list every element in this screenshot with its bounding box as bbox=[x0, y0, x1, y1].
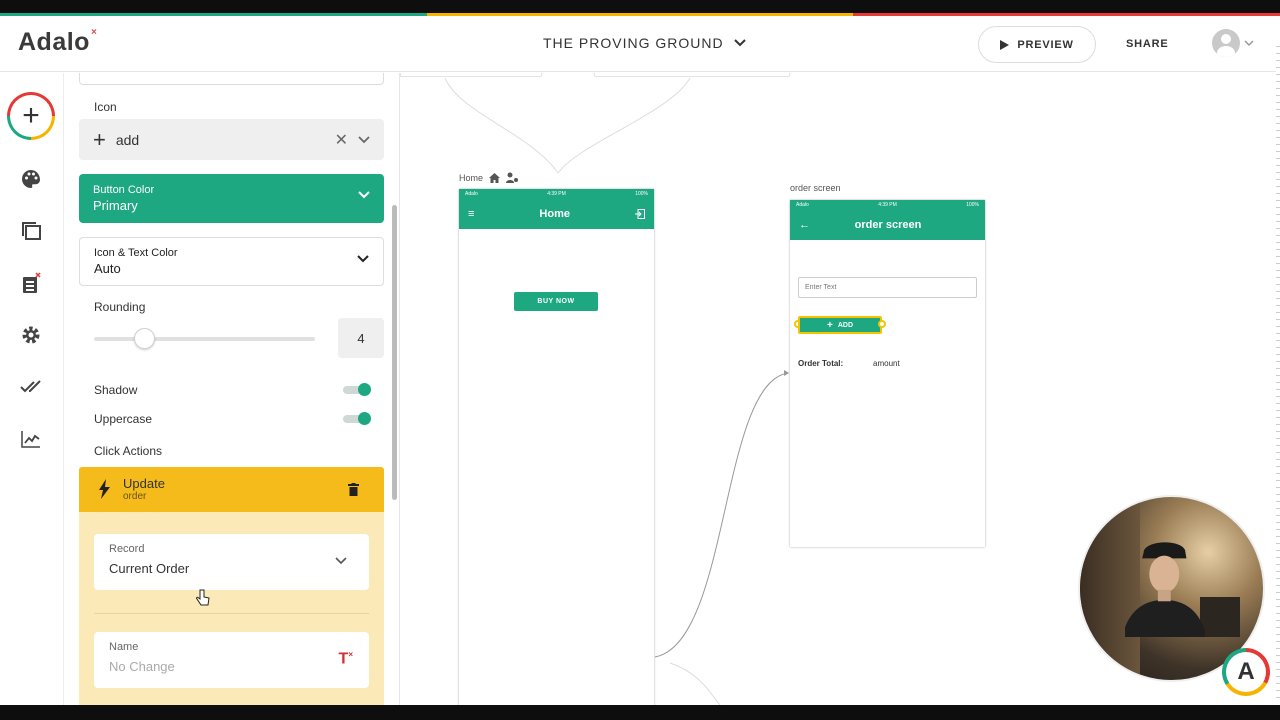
name-placeholder: No Change bbox=[109, 659, 175, 674]
order-screen[interactable]: Adalo 4:39 PM 100% ← order screen Enter … bbox=[790, 200, 985, 547]
shadow-toggle[interactable] bbox=[343, 383, 371, 396]
lightning-icon bbox=[99, 479, 110, 499]
analytics-icon[interactable] bbox=[20, 428, 42, 450]
avatar bbox=[1212, 29, 1240, 57]
chevron-down-icon bbox=[357, 255, 369, 263]
app-window: Adalo× THE PROVING GROUND PREVIEW SHARE … bbox=[0, 0, 1280, 720]
add-icon: + bbox=[93, 126, 106, 152]
icon-text-color-label: Icon & Text Color bbox=[94, 247, 178, 259]
rounding-slider-handle[interactable] bbox=[134, 328, 155, 349]
icon-text-color-dropdown[interactable]: Icon & Text Color Auto bbox=[79, 237, 384, 286]
order-title: order screen bbox=[854, 218, 922, 231]
button-color-label: Button Color bbox=[93, 184, 155, 196]
screens-icon[interactable] bbox=[20, 220, 42, 242]
order-total-label: Order Total: bbox=[798, 359, 844, 368]
status-bar: Adalo 4:39 PM 100% bbox=[459, 189, 654, 198]
panel-scrollbar[interactable] bbox=[392, 205, 397, 500]
order-text-input[interactable]: Enter Text bbox=[798, 277, 977, 298]
rounding-label: Rounding bbox=[94, 300, 146, 314]
button-color-value: Primary bbox=[93, 198, 138, 213]
adalo-logo[interactable]: Adalo× bbox=[18, 27, 97, 57]
order-app-bar: ← order screen bbox=[790, 209, 985, 240]
home-screen[interactable]: Adalo 4:39 PM 100% ≡ Home BUY NOW bbox=[459, 189, 654, 705]
icon-value: add bbox=[115, 131, 140, 148]
chevron-down-icon bbox=[358, 191, 370, 199]
database-icon[interactable] bbox=[20, 272, 42, 294]
shadow-label: Shadow bbox=[94, 383, 138, 397]
adalo-badge: A bbox=[1222, 648, 1270, 696]
app-title: THE PROVING GROUND bbox=[543, 35, 724, 51]
record-label: Record bbox=[109, 543, 145, 555]
rounding-slider-track[interactable] bbox=[94, 337, 315, 341]
home-screen-label: Home bbox=[459, 172, 519, 183]
add-button[interactable]: + ADD bbox=[798, 316, 882, 334]
chevron-down-icon bbox=[1244, 40, 1254, 46]
previous-field[interactable] bbox=[79, 73, 384, 85]
button-color-dropdown[interactable]: Button Color Primary bbox=[79, 174, 384, 223]
click-actions-label: Click Actions bbox=[94, 444, 163, 458]
back-arrow-icon[interactable]: ← bbox=[799, 219, 810, 231]
palette-icon[interactable] bbox=[20, 168, 42, 190]
order-total-value: amount bbox=[873, 359, 900, 368]
magic-text-icon[interactable]: T× bbox=[339, 650, 353, 668]
icon-select[interactable]: + add ✕ bbox=[79, 119, 384, 160]
home-title: Home bbox=[539, 207, 570, 220]
play-icon bbox=[1000, 39, 1010, 50]
record-dropdown[interactable]: Record Current Order bbox=[94, 534, 369, 590]
add-icon: + bbox=[10, 95, 52, 137]
action-subtitle: order bbox=[123, 491, 147, 502]
settings-icon[interactable] bbox=[20, 324, 42, 346]
app-title-dropdown[interactable]: THE PROVING GROUND bbox=[543, 35, 746, 51]
user-permission-icon bbox=[506, 172, 519, 183]
top-letterbox bbox=[0, 0, 1280, 13]
hand-cursor-icon bbox=[196, 589, 210, 606]
icon-label: Icon bbox=[94, 100, 117, 114]
left-rail: + bbox=[0, 73, 64, 705]
icon-text-color-value: Auto bbox=[94, 261, 121, 276]
divider bbox=[94, 613, 369, 614]
bottom-letterbox bbox=[0, 705, 1280, 720]
uppercase-label: Uppercase bbox=[94, 412, 153, 426]
action-title: Update bbox=[123, 476, 165, 491]
order-screen-label: order screen bbox=[790, 183, 841, 193]
chevron-down-icon bbox=[733, 39, 746, 47]
update-action-header[interactable]: Update order bbox=[79, 467, 384, 512]
login-icon[interactable] bbox=[635, 208, 645, 219]
name-field[interactable]: Name No Change T× bbox=[94, 632, 369, 688]
home-app-bar: ≡ Home bbox=[459, 198, 654, 229]
name-label: Name bbox=[109, 641, 139, 653]
add-component-button[interactable]: + bbox=[7, 92, 55, 140]
trash-icon[interactable] bbox=[348, 483, 359, 496]
publish-icon[interactable] bbox=[20, 376, 42, 398]
clear-icon[interactable]: ✕ bbox=[335, 130, 348, 150]
home-icon bbox=[489, 172, 501, 183]
preview-button[interactable]: PREVIEW bbox=[978, 26, 1096, 63]
buy-now-button[interactable]: BUY NOW bbox=[514, 292, 598, 311]
rounding-value-input[interactable]: 4 bbox=[338, 318, 384, 358]
chevron-down-icon[interactable] bbox=[358, 135, 370, 144]
chevron-down-icon bbox=[335, 557, 347, 565]
status-bar: Adalo 4:39 PM 100% bbox=[790, 200, 985, 209]
record-value: Current Order bbox=[109, 561, 190, 576]
presenter-image bbox=[1125, 542, 1205, 637]
top-bar: Adalo× THE PROVING GROUND PREVIEW SHARE bbox=[0, 16, 1280, 72]
edge-artifact bbox=[1276, 40, 1280, 700]
resize-handle-right[interactable] bbox=[878, 320, 886, 328]
update-action-body: Record Current Order Name No Change T× bbox=[79, 512, 384, 705]
uppercase-toggle[interactable] bbox=[343, 412, 371, 425]
share-button[interactable]: SHARE bbox=[1126, 38, 1169, 50]
account-menu[interactable] bbox=[1212, 29, 1254, 57]
add-icon: + bbox=[826, 319, 833, 331]
properties-panel: Icon + add ✕ Button Color Primary Icon &… bbox=[64, 73, 400, 705]
